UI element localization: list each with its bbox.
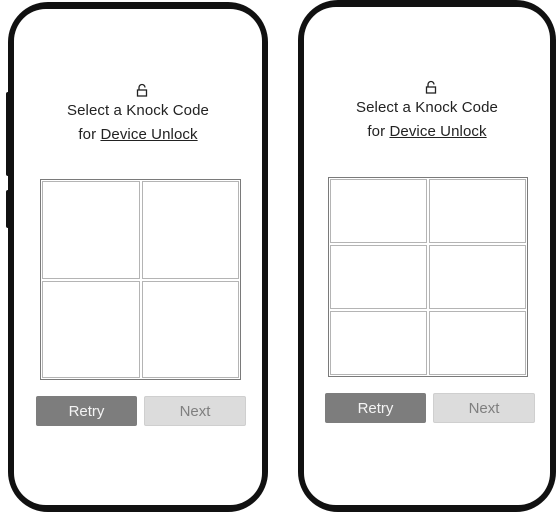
- knock-code-subtitle: for Device Unlock: [304, 123, 550, 140]
- knock-code-title: Select a Knock Code: [14, 102, 262, 119]
- title-line-1: Select a Knock Code: [356, 99, 498, 116]
- phone-screen-left: Select a Knock Code for Device Unlock Re…: [14, 9, 262, 505]
- knock-cell-3[interactable]: [42, 280, 140, 378]
- phone-left: Select a Knock Code for Device Unlock Re…: [8, 2, 268, 512]
- title-line-1: Select a Knock Code: [67, 102, 209, 119]
- retry-button[interactable]: Retry: [36, 396, 137, 426]
- title-prefix: for: [78, 126, 101, 143]
- unlocked-padlock-icon: [136, 83, 148, 97]
- power-button-left: [6, 190, 10, 228]
- knock-cell-2[interactable]: [141, 181, 239, 279]
- knock-code-subtitle: for Device Unlock: [14, 126, 262, 143]
- next-button[interactable]: Next: [144, 396, 246, 426]
- next-button[interactable]: Next: [433, 393, 535, 423]
- retry-button[interactable]: Retry: [325, 393, 426, 423]
- device-unlock-link[interactable]: Device Unlock: [100, 126, 197, 143]
- next-button-label: Next: [468, 399, 500, 417]
- phone-right: Select a Knock Code for Device Unlock Re…: [298, 0, 556, 512]
- phone-screen-right: Select a Knock Code for Device Unlock Re…: [304, 7, 550, 505]
- title-prefix: for: [367, 123, 390, 140]
- knock-cell-1[interactable]: [42, 181, 140, 279]
- device-unlock-link[interactable]: Device Unlock: [389, 123, 486, 140]
- knock-code-grid-3x2: [328, 177, 528, 377]
- knock-cell-1[interactable]: [330, 179, 427, 243]
- retry-button-label: Retry: [357, 399, 394, 417]
- next-button-label: Next: [179, 402, 211, 420]
- knock-cell-4[interactable]: [429, 245, 526, 309]
- knock-cell-6[interactable]: [429, 311, 526, 375]
- retry-button-label: Retry: [68, 402, 105, 420]
- volume-button-left: [6, 92, 10, 176]
- knock-cell-4[interactable]: [141, 280, 239, 378]
- power-button-right: [298, 190, 302, 224]
- knock-cell-5[interactable]: [330, 311, 427, 375]
- knock-code-grid-2x2: [40, 179, 241, 380]
- stage: Select a Knock Code for Device Unlock Re…: [0, 0, 556, 514]
- volume-button-right: [298, 92, 302, 176]
- unlocked-padlock-icon: [425, 80, 437, 94]
- knock-cell-2[interactable]: [429, 179, 526, 243]
- knock-cell-3[interactable]: [330, 245, 427, 309]
- knock-code-title: Select a Knock Code: [304, 99, 550, 116]
